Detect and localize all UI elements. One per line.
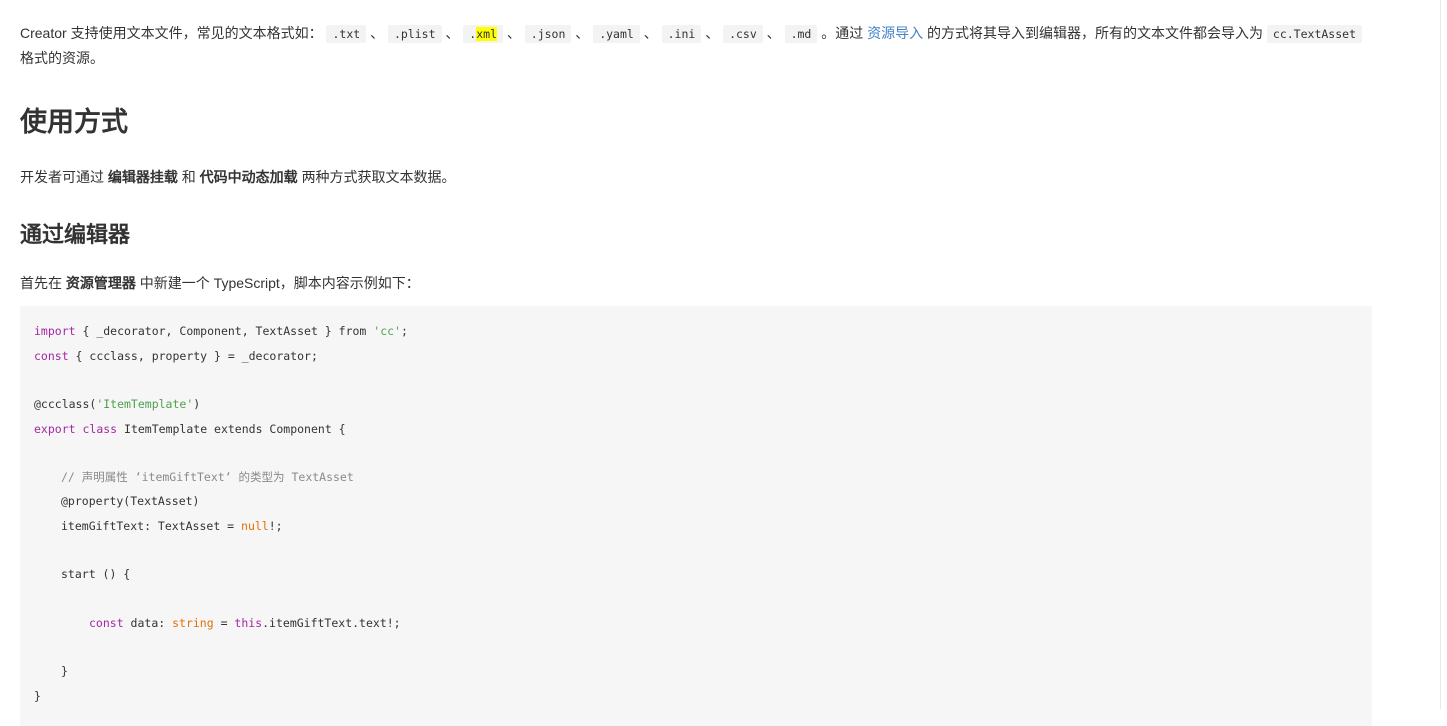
code-keyword: const xyxy=(89,616,124,630)
text-asset-type: cc.TextAsset xyxy=(1266,25,1362,43)
code-keyword: const xyxy=(34,349,69,363)
format-json: .json xyxy=(524,25,572,43)
code-line: @property(TextAsset) xyxy=(61,492,199,510)
code-text: @ccclass( xyxy=(34,397,97,411)
code-text: ; xyxy=(400,324,408,338)
code-text: itemGiftText: TextAsset = xyxy=(61,519,242,533)
heading-via-editor: 通过编辑器 xyxy=(20,222,131,247)
code-line: // 声明属性 ‘itemGiftText‘ 的类型为 TextAsset xyxy=(61,468,354,486)
code-line: start () { xyxy=(61,565,130,583)
code-text: { ccclass, property } = _decorator; xyxy=(68,349,318,363)
format-csv: .csv xyxy=(723,25,763,43)
usage-bold-editor: 编辑器挂载 xyxy=(107,169,178,185)
code-keyword: class xyxy=(82,422,118,436)
code-type: string xyxy=(172,616,214,630)
separator: 、 xyxy=(370,25,385,41)
code-string: 'ItemTemplate' xyxy=(96,397,194,411)
format-ini: .ini xyxy=(661,25,702,43)
separator: 、 xyxy=(643,25,658,41)
code-line: @ccclass('ItemTemplate') xyxy=(34,395,200,413)
code-comment: // 声明属性 ‘itemGiftText‘ 的类型为 TextAsset xyxy=(61,470,354,484)
editor-text: 首先在 xyxy=(20,275,62,291)
editor-text: 中新建一个 TypeScript，脚本内容示例如下： xyxy=(139,275,420,291)
code-block[interactable]: import { _decorator, Component, TextAsse… xyxy=(20,306,1372,726)
code-text: { _decorator, Component, TextAsset } fro… xyxy=(75,324,374,338)
separator: 、 xyxy=(705,25,720,41)
usage-text: 两种方式获取文本数据。 xyxy=(301,169,456,185)
separator: 、 xyxy=(445,25,460,41)
code-line: itemGiftText: TextAsset = null!; xyxy=(61,517,283,535)
format-xml: .xml xyxy=(463,25,503,43)
intro-text: Creator 支持使用文本文件，常见的文本格式如： xyxy=(20,25,323,41)
code-keyword: this xyxy=(234,616,263,630)
intro-text: 的方式将其导入到编辑器，所有的文本文件都会导入为 xyxy=(927,25,1264,41)
intro-text: 格式的资源。 xyxy=(20,50,104,66)
separator: 、 xyxy=(766,25,781,41)
format-yaml: .yaml xyxy=(593,25,640,43)
code-text: start () { xyxy=(61,567,131,581)
usage-text: 开发者可通过 xyxy=(20,169,104,185)
code-text: } xyxy=(61,664,68,678)
usage-text: 和 xyxy=(181,169,196,185)
separator: 、 xyxy=(506,25,521,41)
code-keyword: export xyxy=(34,422,76,436)
heading-usage: 使用方式 xyxy=(20,107,128,137)
usage-paragraph: 开发者可通过 编辑器挂载 和 代码中动态加载 两种方式获取文本数据。 xyxy=(20,165,456,189)
code-line: export class ItemTemplate extends Compon… xyxy=(34,420,346,438)
code-text: = xyxy=(213,616,235,630)
code-line: import { _decorator, Component, TextAsse… xyxy=(34,322,408,340)
separator: 、 xyxy=(575,25,590,41)
code-text: @property(TextAsset) xyxy=(61,494,200,508)
format-md: .md xyxy=(784,25,818,43)
code-text: data: xyxy=(123,616,173,630)
editor-paragraph: 首先在 资源管理器 中新建一个 TypeScript，脚本内容示例如下： xyxy=(20,271,420,295)
intro-text: 。通过 xyxy=(821,25,864,41)
code-text: ) xyxy=(193,397,201,411)
intro-paragraph: Creator 支持使用文本文件，常见的文本格式如： .txt 、 .plist… xyxy=(20,21,1372,70)
code-literal: null xyxy=(241,519,269,533)
code-text: .itemGiftText.text!; xyxy=(262,616,401,630)
code-line: const data: string = this.itemGiftText.t… xyxy=(89,614,401,632)
code-keyword: import xyxy=(34,324,76,338)
code-line: const { ccclass, property } = _decorator… xyxy=(34,347,318,365)
usage-bold-code: 代码中动态加载 xyxy=(199,169,298,185)
format-txt: .txt xyxy=(326,25,367,43)
code-line: } xyxy=(34,687,41,705)
format-plist: .plist xyxy=(387,25,442,43)
code-text: !; xyxy=(268,519,283,533)
code-text: } xyxy=(34,689,41,703)
code-text: ItemTemplate extends Component { xyxy=(117,422,346,436)
scrollbar-track[interactable] xyxy=(1440,0,1441,709)
code-string: 'cc' xyxy=(373,324,401,338)
code-line: } xyxy=(61,662,68,680)
asset-import-link[interactable]: 资源导入 xyxy=(867,25,923,41)
editor-bold-assets: 资源管理器 xyxy=(65,275,136,291)
